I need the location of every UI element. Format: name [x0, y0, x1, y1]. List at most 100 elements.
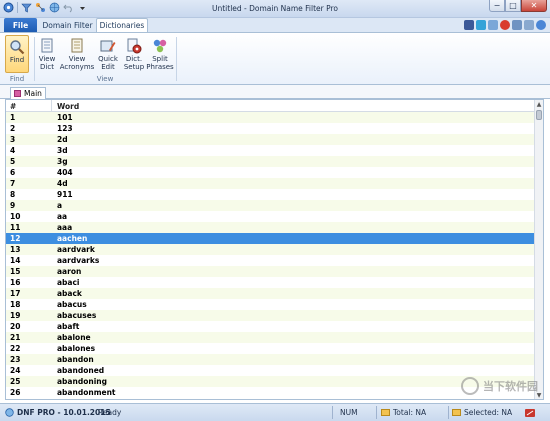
rss-icon[interactable] — [488, 20, 498, 30]
acronyms-icon — [69, 38, 85, 54]
document-tab-main[interactable]: Main — [10, 87, 46, 99]
table-row[interactable]: 8 911 — [6, 189, 535, 200]
split-phrases-label: Split Phrases — [146, 55, 174, 71]
table-row[interactable]: 7 4d — [6, 178, 535, 189]
status-state: Ready — [98, 408, 122, 417]
table-row[interactable]: 9a — [6, 200, 535, 211]
status-app-version: DNF PRO - 10.01.2015 — [5, 408, 111, 417]
status-separator — [332, 406, 333, 419]
row-number: 15 — [10, 267, 21, 276]
row-word: 3g — [57, 157, 68, 166]
youtube-icon[interactable] — [500, 20, 510, 30]
column-header-word[interactable]: Word — [57, 102, 79, 111]
tab-domain-filter[interactable]: Domain Filter — [40, 18, 95, 32]
row-word: aback — [57, 289, 82, 298]
close-button[interactable]: ✕ — [521, 0, 547, 12]
row-word: 2d — [57, 135, 68, 144]
row-number: 3 — [10, 135, 16, 144]
table-row[interactable]: 23 abandon — [6, 354, 535, 365]
table-row[interactable]: 14 aardvarks — [6, 255, 535, 266]
facebook-icon[interactable] — [464, 20, 474, 30]
table-row[interactable]: 10 aa — [6, 211, 535, 222]
table-row[interactable]: 24 abandoned — [6, 365, 535, 376]
ribbon-group-view: View Dict View Acronyms Quick Edit Dict.… — [36, 35, 174, 84]
help-icon[interactable] — [536, 20, 546, 30]
table-row[interactable]: 3 2d — [6, 134, 535, 145]
vertical-scrollbar[interactable]: ▲ ▼ — [534, 100, 543, 399]
row-word: abacus — [57, 300, 87, 309]
table-row[interactable]: 16 abaci — [6, 277, 535, 288]
row-word: 911 — [57, 190, 73, 199]
row-number: 8 — [10, 190, 16, 199]
magnifier-icon — [9, 39, 25, 55]
status-bar: DNF PRO - 10.01.2015 Ready NUM Total: NA… — [0, 403, 550, 421]
row-word: 4d — [57, 179, 68, 188]
row-word: a — [57, 201, 63, 210]
row-number: 13 — [10, 245, 21, 254]
row-word: aardvarks — [57, 256, 100, 265]
grid-rows: 1 101 2 123 3 2d 4 3d 5 3g 6 404 7 4d 8 911 9 a 10 aa 11 aaa 1… — [6, 112, 535, 398]
table-row[interactable]: 1 101 — [6, 112, 535, 123]
split-phrases-button[interactable]: Split Phrases — [146, 35, 174, 73]
tab-file[interactable]: File — [4, 18, 37, 32]
table-row[interactable]: 6 404 — [6, 167, 535, 178]
tab-dictionaries[interactable]: Dictionaries — [96, 18, 148, 32]
home-icon[interactable] — [524, 20, 534, 30]
row-number: 20 — [10, 322, 21, 331]
find-button[interactable]: Find — [5, 35, 29, 73]
row-word: 404 — [57, 168, 73, 177]
table-row[interactable]: 15 aaron — [6, 266, 535, 277]
table-row[interactable]: 2 123 — [6, 123, 535, 134]
info-icon[interactable] — [512, 20, 522, 30]
status-num-lock: NUM — [340, 408, 358, 417]
maximize-button[interactable]: □ — [505, 0, 521, 12]
table-row[interactable]: 4 3d — [6, 145, 535, 156]
quick-edit-label: Quick Edit — [98, 55, 118, 71]
split-phrases-icon — [152, 38, 168, 54]
row-word: abalone — [57, 333, 91, 342]
row-word: abandon — [57, 355, 94, 364]
table-row[interactable]: 20 abaft — [6, 321, 535, 332]
row-word: abandoning — [57, 377, 107, 386]
group-separator — [34, 37, 35, 81]
group-separator — [176, 37, 177, 81]
table-row[interactable]: 11 aaa — [6, 222, 535, 233]
table-row[interactable]: 25 abandoning — [6, 376, 535, 387]
row-number: 19 — [10, 311, 21, 320]
row-number: 16 — [10, 278, 21, 287]
twitter-icon[interactable] — [476, 20, 486, 30]
table-row[interactable]: 22 abalones — [6, 343, 535, 354]
row-number: 10 — [10, 212, 21, 221]
table-row[interactable]: 12 aachen — [6, 233, 535, 244]
view-dict-button[interactable]: View Dict — [36, 35, 58, 73]
column-divider[interactable] — [51, 100, 52, 112]
row-number: 23 — [10, 355, 21, 364]
ribbon-tab-row: File Domain Filter Dictionaries — [0, 18, 550, 32]
table-row[interactable]: 5 3g — [6, 156, 535, 167]
status-app-text: DNF PRO - 10.01.2015 — [17, 408, 111, 417]
row-number: 2 — [10, 124, 16, 133]
status-separator — [376, 406, 377, 419]
table-row[interactable]: 26 abandonment — [6, 387, 535, 398]
table-row[interactable]: 13 aardvark — [6, 244, 535, 255]
table-row[interactable]: 21 abalone — [6, 332, 535, 343]
grid-header: # Word — [6, 100, 535, 112]
quick-edit-button[interactable]: Quick Edit — [96, 35, 120, 73]
watermark-logo-icon — [461, 377, 479, 395]
view-acronyms-button[interactable]: View Acronyms — [60, 35, 94, 73]
table-row[interactable]: 17 aback — [6, 288, 535, 299]
dict-setup-button[interactable]: Dict. Setup — [122, 35, 146, 73]
row-word: aardvark — [57, 245, 95, 254]
status-total-text: Total: NA — [393, 408, 427, 417]
scroll-thumb[interactable] — [536, 110, 542, 120]
row-number: 26 — [10, 388, 21, 397]
row-word: abaft — [57, 322, 80, 331]
table-row[interactable]: 19 abacuses — [6, 310, 535, 321]
row-word: abalones — [57, 344, 96, 353]
minimize-button[interactable]: − — [489, 0, 505, 12]
scroll-up-icon[interactable]: ▲ — [535, 100, 543, 108]
quick-edit-icon — [100, 38, 116, 54]
column-header-number[interactable]: # — [10, 102, 16, 111]
table-row[interactable]: 18 abacus — [6, 299, 535, 310]
status-resize-grip[interactable] — [524, 408, 536, 418]
